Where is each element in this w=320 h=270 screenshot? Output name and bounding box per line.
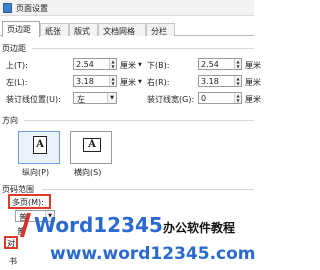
window-title: 页面设置 — [16, 4, 48, 13]
bottom-margin-unit: 厘米 — [245, 61, 261, 70]
right-margin-unit: 厘米 — [245, 78, 261, 87]
top-margin-unit: 厘米 — [120, 61, 136, 70]
right-margin-value: 3.18 — [201, 77, 219, 86]
chevron-down-icon[interactable]: ▼ — [138, 79, 142, 85]
margins-section-label: 页边距 — [2, 44, 26, 53]
left-margin-value: 3.18 — [76, 77, 94, 86]
tab-document-grid[interactable]: 文档网格 — [98, 23, 146, 36]
gutter-position-value: 左 — [77, 95, 85, 104]
landscape-page-icon: A — [83, 138, 101, 152]
brand-logo-icon — [20, 213, 31, 237]
tab-label: 页边距 — [7, 25, 31, 34]
right-margin-label: 右(R): — [147, 78, 170, 87]
tab-paper[interactable]: 纸张 — [40, 23, 69, 36]
portrait-page-icon: A — [33, 136, 47, 154]
tab-label: 版式 — [74, 27, 90, 36]
left-margin-label: 左(L): — [6, 78, 28, 87]
title-bar: 页面设置 — [0, 0, 254, 16]
watermark-tagline: 办公软件教程 — [163, 221, 236, 235]
multiple-pages-label: 多页(M): — [12, 198, 44, 207]
gutter-position-select[interactable]: 左 ▼ — [73, 92, 117, 104]
right-margin-input[interactable]: 3.18 ▲ ▼ — [198, 75, 242, 87]
watermark: Word12345 办公软件教程 www.word12345.com — [6, 211, 256, 270]
bottom-margin-input[interactable]: 2.54 ▲ ▼ — [198, 58, 242, 70]
portrait-option[interactable]: A — [18, 131, 60, 164]
tab-bar: 页边距 纸张 版式 文档网格 分栏 — [0, 21, 254, 37]
tab-layout[interactable]: 版式 — [69, 23, 98, 36]
tab-columns[interactable]: 分栏 — [146, 23, 175, 36]
spinner-arrows[interactable]: ▲ ▼ — [234, 76, 241, 86]
spinner-arrows[interactable]: ▲ ▼ — [234, 59, 241, 69]
tab-margins[interactable]: 页边距 — [2, 21, 40, 37]
divider — [42, 189, 254, 190]
gutter-width-label: 装订线宽(G): — [147, 95, 195, 104]
spinner-arrows[interactable]: ▲ ▼ — [234, 93, 241, 103]
tab-label: 纸张 — [45, 27, 61, 36]
watermark-brand: Word12345 — [34, 213, 163, 237]
bottom-margin-value: 2.54 — [201, 60, 219, 69]
gutter-width-input[interactable]: 0 ▲ ▼ — [198, 92, 242, 104]
landscape-option[interactable]: A — [70, 131, 112, 164]
gutter-width-unit: 厘米 — [245, 95, 261, 104]
left-margin-input[interactable]: 3.18 ▲ ▼ — [73, 75, 117, 87]
tab-label: 分栏 — [151, 27, 167, 36]
gutter-width-value: 0 — [201, 94, 207, 103]
spinner-arrows[interactable]: ▲ ▼ — [109, 76, 116, 86]
watermark-url: www.word12345.com — [50, 244, 256, 264]
divider — [32, 48, 254, 49]
spinner-arrows[interactable]: ▲ ▼ — [109, 59, 116, 69]
gutter-position-label: 装订线位置(U): — [6, 95, 61, 104]
landscape-label: 横向(S) — [74, 168, 102, 177]
bottom-margin-label: 下(B): — [147, 61, 170, 70]
tab-label: 文档网格 — [103, 27, 135, 36]
divider — [24, 120, 254, 121]
app-icon — [3, 3, 12, 13]
chevron-down-icon[interactable]: ▼ — [107, 93, 116, 103]
portrait-label: 纵向(P) — [22, 168, 50, 177]
top-margin-label: 上(T): — [6, 61, 28, 70]
chevron-down-icon[interactable]: ▼ — [138, 62, 142, 68]
top-margin-input[interactable]: 2.54 ▲ ▼ — [73, 58, 117, 70]
orientation-section-label: 方向 — [2, 116, 18, 125]
left-margin-unit: 厘米 — [120, 78, 136, 87]
top-margin-value: 2.54 — [76, 60, 94, 69]
